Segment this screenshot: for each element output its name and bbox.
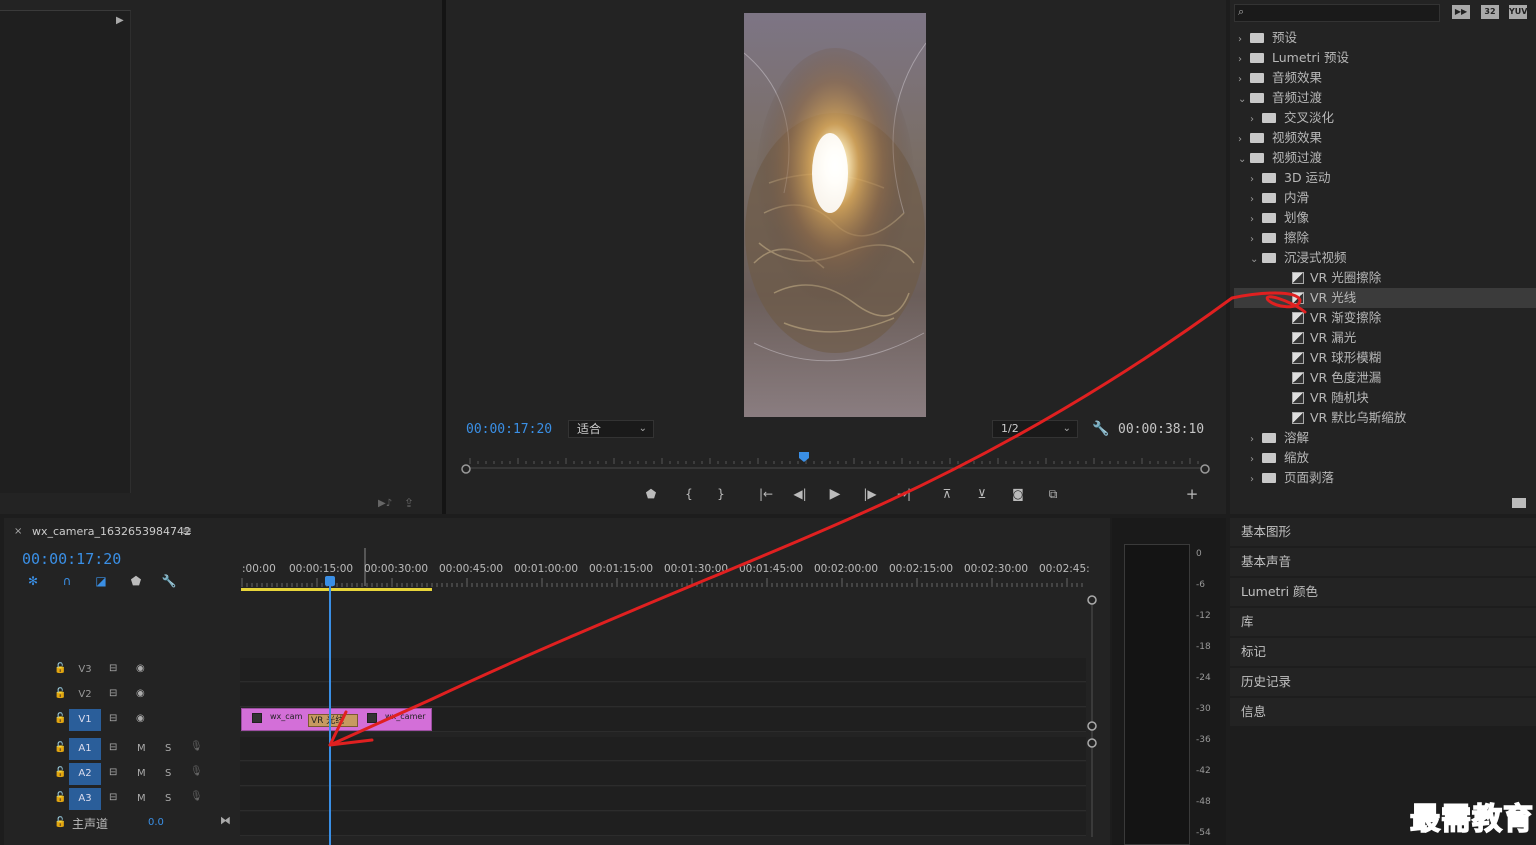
annotation-arrow <box>328 291 1307 747</box>
watermark-logo: 最需教育 <box>1409 801 1534 838</box>
